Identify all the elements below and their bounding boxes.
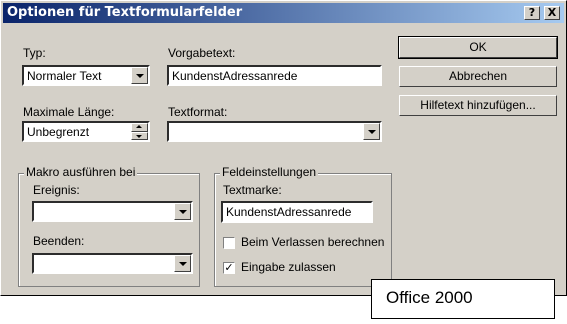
calc-on-exit-checkbox[interactable] <box>223 237 235 249</box>
allow-input-checkbox[interactable]: ✓ <box>223 262 235 274</box>
typ-label: Typ: <box>23 46 46 60</box>
add-help-text-button[interactable]: Hilfetext hinzufügen... <box>399 95 557 116</box>
typ-select[interactable]: Normaler Text <box>22 65 150 86</box>
calc-on-exit-label: Beim Verlassen berechnen <box>241 235 385 249</box>
vorgabetext-input[interactable]: KundenstAdressanrede <box>167 65 382 86</box>
chevron-down-icon[interactable] <box>174 203 191 220</box>
chevron-down-icon[interactable] <box>174 255 191 272</box>
caption-text: Office 2000 <box>386 288 473 307</box>
macro-group-title: Makro ausführen bei <box>24 165 138 179</box>
help-title-button[interactable]: ? <box>524 6 540 20</box>
max-length-value: Unbegrenzt <box>27 125 90 139</box>
exit-label: Beenden: <box>33 234 85 248</box>
close-title-button[interactable]: X <box>544 6 560 20</box>
bookmark-label: Textmarke: <box>223 183 282 197</box>
vorgabetext-label: Vorgabetext: <box>168 46 236 60</box>
event-label: Ereignis: <box>33 183 80 197</box>
chevron-down-icon[interactable] <box>363 123 380 140</box>
caption-box: Office 2000 <box>371 279 555 319</box>
max-length-label: Maximale Länge: <box>23 105 115 119</box>
dialog-window: Optionen für Textformularfelder ? X Typ:… <box>0 0 567 296</box>
typ-value: Normaler Text <box>27 69 102 83</box>
allow-input-label: Eingabe zulassen <box>241 260 336 274</box>
field-settings-title: Feldeinstellungen <box>220 165 319 179</box>
chevron-down-icon[interactable] <box>131 67 148 84</box>
window-title: Optionen für Textformularfelder <box>7 5 243 20</box>
spinner-down-icon[interactable] <box>131 131 148 140</box>
vorgabetext-value: KundenstAdressanrede <box>172 69 298 83</box>
event-select[interactable] <box>32 201 193 222</box>
ok-button[interactable]: OK <box>398 36 558 59</box>
exit-select[interactable] <box>32 253 193 274</box>
textformat-select[interactable] <box>167 121 382 142</box>
spinner-up-icon[interactable] <box>131 123 148 132</box>
cancel-button[interactable]: Abbrechen <box>399 66 557 87</box>
textformat-label: Textformat: <box>168 105 228 119</box>
bookmark-value: KundenstAdressanrede <box>226 205 352 219</box>
spinner-arrows[interactable] <box>131 123 148 140</box>
bookmark-input[interactable]: KundenstAdressanrede <box>221 201 373 223</box>
title-bar[interactable]: Optionen für Textformularfelder ? X <box>3 3 564 23</box>
max-length-spinner[interactable]: Unbegrenzt <box>22 121 150 142</box>
